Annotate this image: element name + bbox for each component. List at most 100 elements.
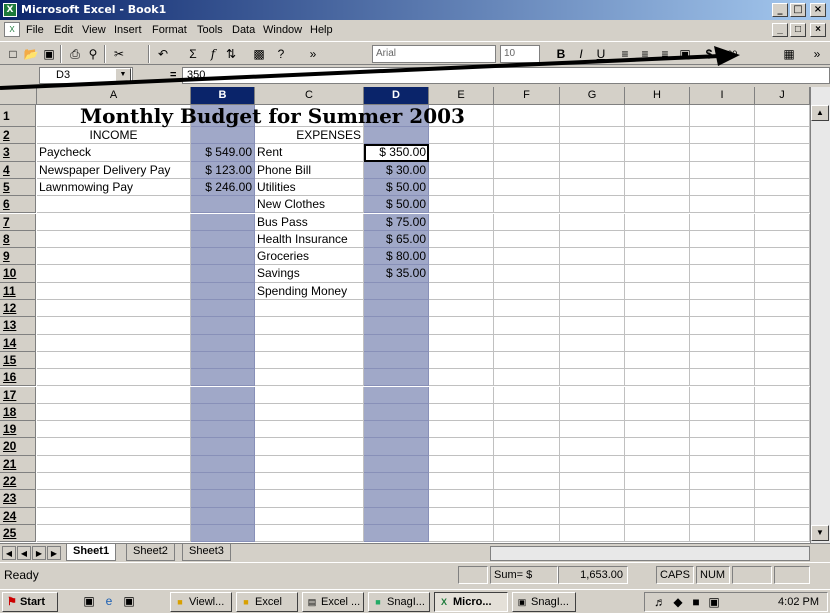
cell-c11[interactable]: Spending Money	[255, 282, 364, 300]
cell-h8[interactable]	[625, 230, 690, 249]
cell-a23[interactable]	[37, 490, 191, 508]
cell-a12[interactable]	[37, 300, 191, 318]
cell-b13[interactable]	[191, 317, 255, 335]
cell-g8[interactable]	[560, 230, 625, 249]
cell-e12[interactable]	[429, 300, 494, 318]
scroll-down-icon[interactable]: ▼	[811, 525, 829, 541]
column-header-c[interactable]: C	[255, 87, 364, 105]
cell-j23[interactable]	[755, 490, 810, 508]
cell-c2[interactable]: EXPENSES	[255, 127, 364, 145]
cell-g19[interactable]	[560, 421, 625, 439]
cell-h5[interactable]	[625, 178, 690, 197]
cell-i1[interactable]	[690, 105, 755, 127]
cell-i12[interactable]	[690, 300, 755, 318]
network-icon[interactable]: ◆	[669, 594, 687, 610]
cell-c25[interactable]	[255, 524, 364, 543]
row-header-23[interactable]: 23	[0, 490, 36, 508]
last-sheet-icon[interactable]: ▶	[47, 546, 61, 560]
cell-i2[interactable]	[690, 127, 755, 145]
name-box-dropdown-icon[interactable]: ▼	[115, 68, 131, 83]
cell-h13[interactable]	[625, 317, 690, 335]
cell-f21[interactable]	[494, 455, 560, 473]
cell-g9[interactable]	[560, 248, 625, 266]
cell-h11[interactable]	[625, 282, 690, 300]
row-header-9[interactable]: 9	[0, 248, 36, 266]
horizontal-scrollbar[interactable]	[490, 546, 810, 561]
column-header-h[interactable]: H	[625, 87, 690, 105]
cell-b19[interactable]	[191, 421, 255, 439]
cell-i23[interactable]	[690, 490, 755, 508]
cell-d6[interactable]: $ 50.00	[364, 196, 429, 214]
print-preview-icon[interactable]: ⚲	[84, 46, 102, 62]
cell-i5[interactable]	[690, 178, 755, 197]
currency-icon[interactable]: $	[700, 46, 718, 62]
cell-h3[interactable]	[625, 144, 690, 162]
cell-c12[interactable]	[255, 300, 364, 318]
tab-sheet1[interactable]: Sheet1	[66, 544, 117, 561]
cell-g21[interactable]	[560, 455, 625, 473]
cell-b6[interactable]	[191, 196, 255, 214]
cell-g3[interactable]	[560, 144, 625, 162]
cell-b9[interactable]	[191, 248, 255, 266]
row-header-21[interactable]: 21	[0, 455, 36, 473]
cell-c3[interactable]: Rent	[255, 144, 364, 162]
cell-f8[interactable]	[494, 230, 560, 249]
cell-b23[interactable]	[191, 490, 255, 508]
cell-f7[interactable]	[494, 213, 560, 231]
cell-c20[interactable]	[255, 438, 364, 456]
cell-b18[interactable]	[191, 403, 255, 422]
row-header-12[interactable]: 12	[0, 300, 36, 318]
cell-e7[interactable]	[429, 213, 494, 231]
prev-sheet-icon[interactable]: ◀	[17, 546, 31, 560]
cell-f11[interactable]	[494, 282, 560, 300]
cell-b15[interactable]	[191, 351, 255, 370]
font-size-box[interactable]: 10	[500, 45, 540, 63]
row-header-19[interactable]: 19	[0, 421, 36, 439]
cell-c15[interactable]	[255, 351, 364, 370]
cell-d4[interactable]: $ 30.00	[364, 161, 429, 179]
doc-close-button[interactable]: ×	[810, 23, 826, 37]
cell-j25[interactable]	[755, 524, 810, 543]
cell-b14[interactable]	[191, 334, 255, 352]
cell-i22[interactable]	[690, 473, 755, 491]
menu-data[interactable]: Data	[232, 24, 255, 36]
cell-f17[interactable]	[494, 386, 560, 404]
row-header-14[interactable]: 14	[0, 334, 36, 352]
cell-h10[interactable]	[625, 265, 690, 283]
cell-c16[interactable]	[255, 369, 364, 387]
cell-j3[interactable]	[755, 144, 810, 162]
task-excel-doc[interactable]: ▤ Excel ...	[302, 592, 364, 612]
cell-c22[interactable]	[255, 473, 364, 491]
cell-g2[interactable]	[560, 127, 625, 145]
cell-j12[interactable]	[755, 300, 810, 318]
cell-f19[interactable]	[494, 421, 560, 439]
cell-h16[interactable]	[625, 369, 690, 387]
row-header-2[interactable]: 2	[0, 127, 36, 145]
row-header-20[interactable]: 20	[0, 438, 36, 456]
task-excel-folder[interactable]: ■ Excel	[236, 592, 298, 612]
cell-b8[interactable]	[191, 230, 255, 249]
cell-f4[interactable]	[494, 161, 560, 179]
cell-a20[interactable]	[37, 438, 191, 456]
maximize-button[interactable]: □	[790, 3, 806, 17]
cell-d11[interactable]	[364, 282, 429, 300]
cell-c24[interactable]	[255, 507, 364, 525]
row-header-25[interactable]: 25	[0, 524, 36, 543]
cell-i13[interactable]	[690, 317, 755, 335]
cell-a7[interactable]	[37, 213, 191, 231]
align-center-icon[interactable]: ≡	[636, 46, 654, 62]
cell-g18[interactable]	[560, 403, 625, 422]
cell-j15[interactable]	[755, 351, 810, 370]
cell-a19[interactable]	[37, 421, 191, 439]
tray-app-icon[interactable]: ■	[687, 594, 705, 610]
cell-f24[interactable]	[494, 507, 560, 525]
browser-icon[interactable]: e	[100, 593, 118, 609]
cell-d10[interactable]: $ 35.00	[364, 265, 429, 283]
cell-e14[interactable]	[429, 334, 494, 352]
column-header-i[interactable]: I	[690, 87, 755, 105]
cell-i24[interactable]	[690, 507, 755, 525]
cell-g12[interactable]	[560, 300, 625, 318]
autosum-icon[interactable]: Σ	[184, 46, 202, 62]
cell-i14[interactable]	[690, 334, 755, 352]
borders-icon[interactable]: ▦	[780, 46, 798, 62]
